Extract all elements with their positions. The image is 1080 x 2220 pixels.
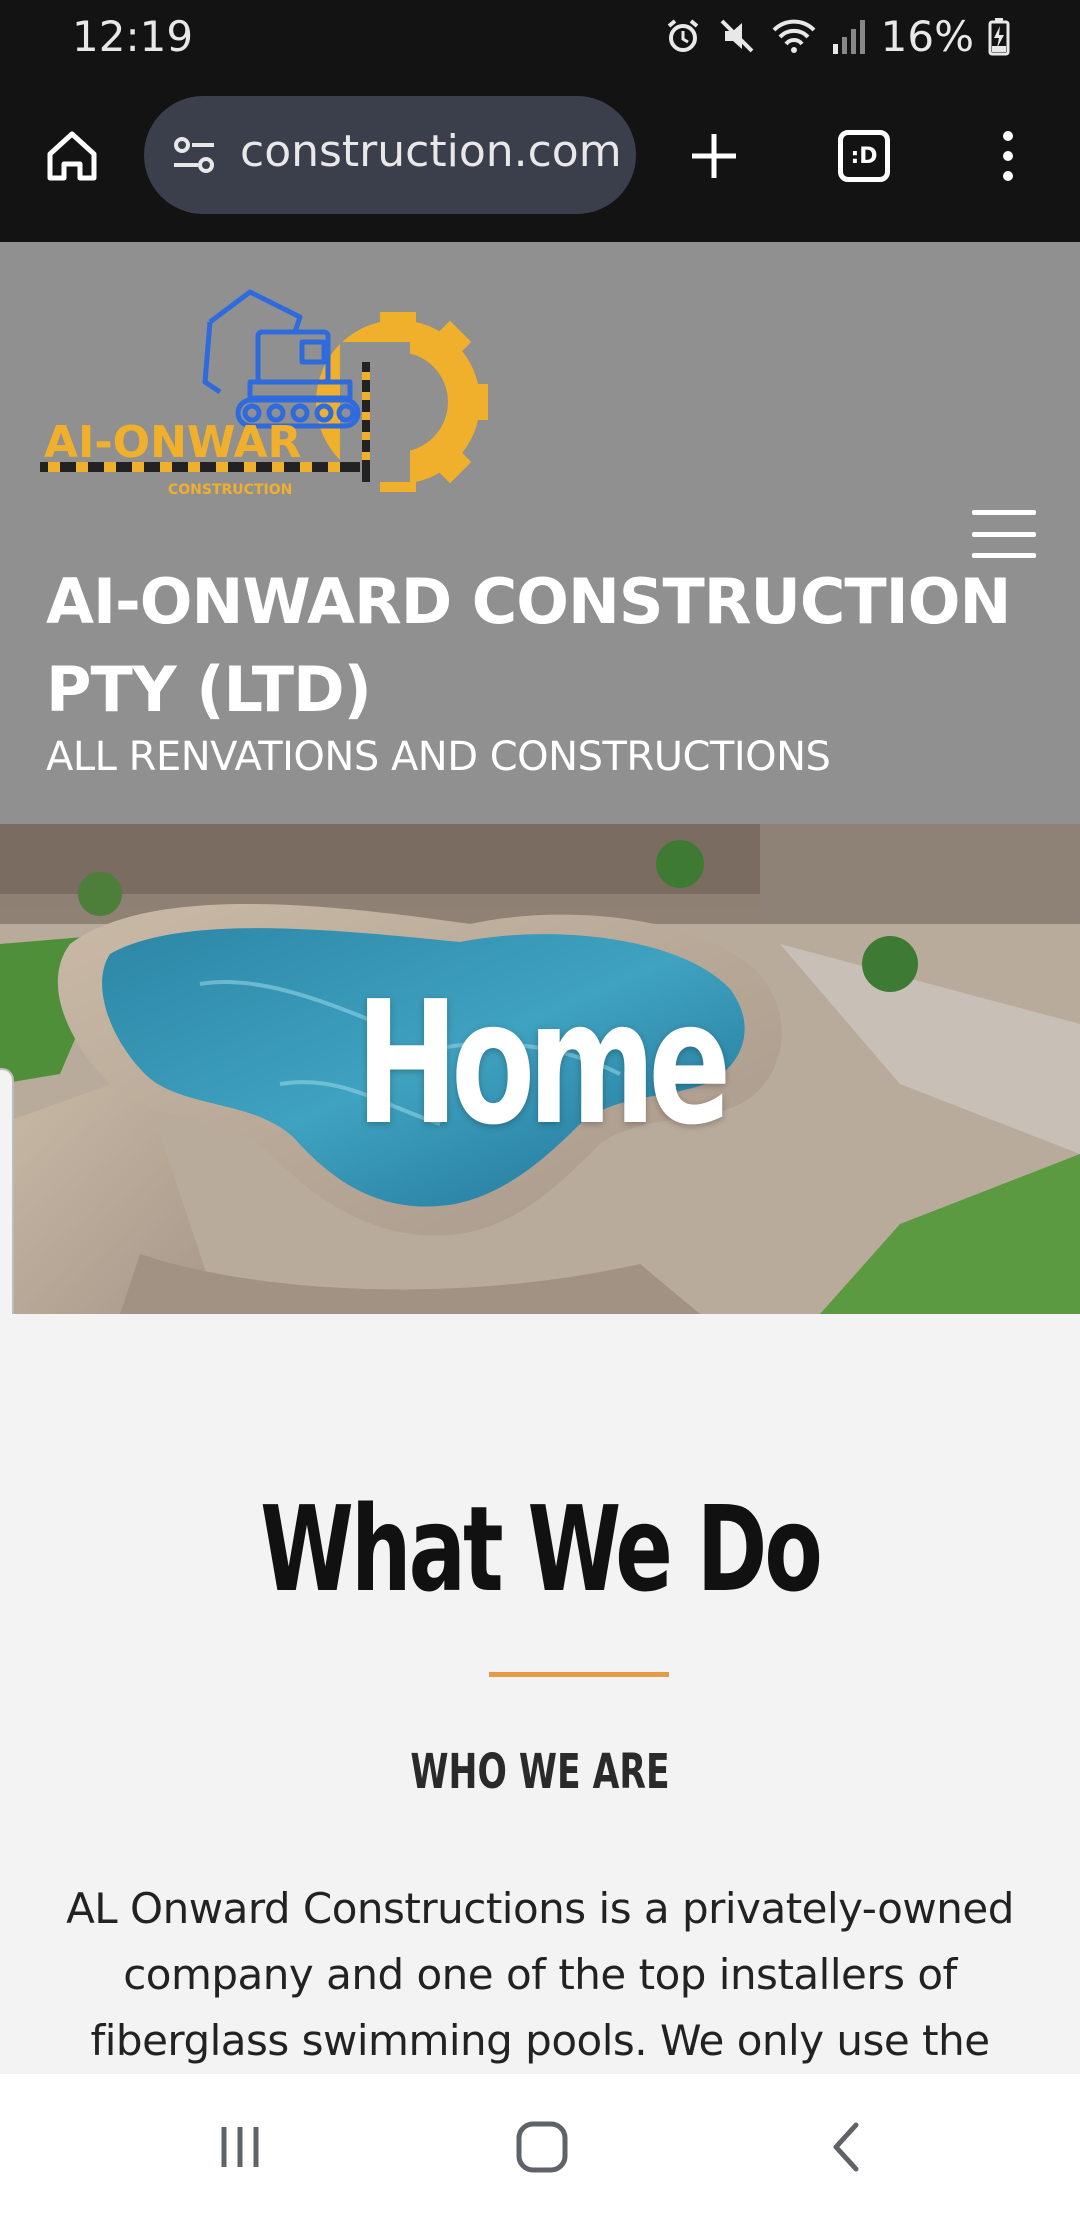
recent-apps-button[interactable] (200, 2112, 280, 2182)
mute-icon (717, 16, 757, 56)
recent-apps-icon (221, 2127, 259, 2167)
status-icons: 16% (663, 10, 1010, 62)
address-bar[interactable]: construction.com (144, 96, 636, 214)
section-subheading: WHO WE ARE (410, 1744, 670, 1800)
new-tab-icon (692, 134, 736, 178)
status-time: 12:19 (72, 12, 194, 61)
signal-icon (831, 16, 867, 56)
more-menu-button[interactable] (966, 114, 1050, 198)
url-text[interactable]: construction.com (240, 126, 626, 177)
hamburger-menu-icon[interactable] (972, 510, 1036, 558)
logo-subtext: CONSTRUCTION (168, 482, 292, 498)
hero-title: Home (355, 965, 731, 1163)
hero-banner: Home (0, 824, 1080, 1314)
site-info-icon[interactable] (166, 126, 224, 184)
heading-divider (489, 1672, 669, 1677)
home-nav-button[interactable] (502, 2112, 582, 2182)
back-button[interactable] (806, 2112, 886, 2182)
home-button[interactable] (30, 114, 114, 198)
status-bar: 12:19 16% (0, 0, 1080, 72)
section-heading: What We Do (260, 1480, 823, 1618)
alarm-icon (663, 16, 703, 56)
system-nav-bar (0, 2074, 1080, 2220)
more-menu-icon (1003, 131, 1013, 181)
back-icon (833, 2122, 859, 2172)
section-body-text: AL Onward Constructions is a privately-o… (66, 1884, 1014, 2065)
wifi-icon (771, 16, 817, 56)
content-section: What We Do WHO WE ARE AL Onward Construc… (0, 1314, 1080, 2074)
logo-wordmark: AI-ONWAR (44, 417, 301, 468)
browser-toolbar: construction.com :D (0, 72, 1080, 242)
tab-switcher-icon: :D (838, 130, 890, 182)
site-tagline: ALL RENVATIONS AND CONSTRUCTIONS (46, 734, 831, 780)
company-logo[interactable]: AI-ONWAR CONSTRUCTION (40, 272, 510, 522)
home-icon (47, 131, 97, 181)
site-header: AI-ONWAR CONSTRUCTION AI-ONWARD CONSTRUC… (0, 242, 1080, 824)
battery-percent: 16% (880, 11, 974, 61)
site-title[interactable]: AI-ONWARD CONSTRUCTION PTY (LTD) (46, 558, 1046, 734)
tab-switcher-button[interactable]: :D (820, 114, 908, 198)
battery-charging-icon (988, 16, 1010, 56)
new-tab-button[interactable] (672, 114, 756, 198)
home-nav-icon (516, 2121, 568, 2173)
